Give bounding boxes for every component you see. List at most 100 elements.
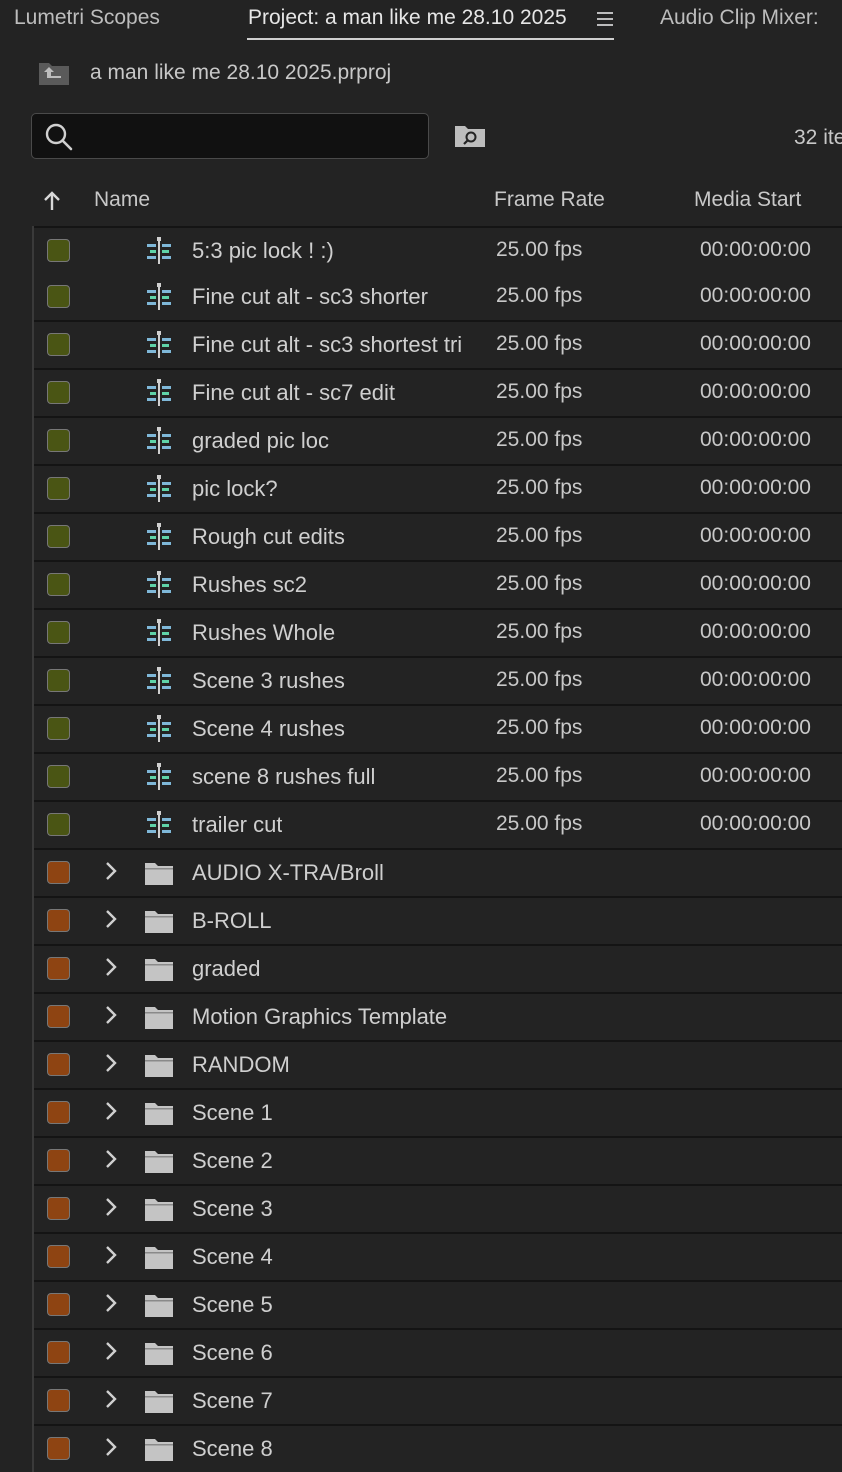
folder-icon: [145, 1055, 173, 1077]
item-frame-rate: 25.00 fps: [496, 524, 583, 547]
label-color-swatch[interactable]: [47, 717, 70, 740]
chevron-right-icon[interactable]: [104, 1341, 118, 1361]
search-input[interactable]: [84, 120, 418, 152]
bin-row[interactable]: Scene 1: [34, 1090, 842, 1138]
bin-row[interactable]: Scene 2: [34, 1138, 842, 1186]
chevron-right-icon[interactable]: [104, 1005, 118, 1025]
bin-row[interactable]: Scene 3: [34, 1186, 842, 1234]
item-frame-rate: 25.00 fps: [496, 764, 583, 787]
tab-audio-clip-mixer[interactable]: Audio Clip Mixer:: [660, 6, 819, 30]
item-frame-rate: 25.00 fps: [496, 668, 583, 691]
label-color-swatch[interactable]: [47, 1341, 70, 1364]
chevron-right-icon[interactable]: [104, 1389, 118, 1409]
sequence-row[interactable]: Rough cut edits 25.00 fps 00:00:00:00: [34, 514, 842, 562]
chevron-right-icon[interactable]: [104, 1197, 118, 1217]
item-name: Scene 4: [192, 1244, 273, 1269]
label-color-swatch[interactable]: [47, 1149, 70, 1172]
label-color-swatch[interactable]: [47, 1101, 70, 1124]
sequence-row[interactable]: 5:3 pic lock ! :) 25.00 fps 00:00:00:00: [34, 226, 842, 276]
label-color-swatch[interactable]: [47, 239, 70, 262]
sequence-row[interactable]: scene 8 rushes full 25.00 fps 00:00:00:00: [34, 754, 842, 802]
sequence-row[interactable]: Fine cut alt - sc3 shortest tri 25.00 fps…: [34, 322, 842, 370]
label-color-swatch[interactable]: [47, 669, 70, 692]
item-name: B-ROLL: [192, 908, 272, 933]
label-color-swatch[interactable]: [47, 477, 70, 500]
chevron-right-icon[interactable]: [104, 861, 118, 881]
folder-icon: [145, 1295, 173, 1317]
item-name: Scene 3: [192, 1196, 273, 1221]
tab-project[interactable]: Project: a man like me 28.10 2025: [248, 6, 567, 30]
item-name: Rushes sc2: [192, 572, 307, 597]
sequence-row[interactable]: Scene 4 rushes 25.00 fps 00:00:00:00: [34, 706, 842, 754]
label-color-swatch[interactable]: [47, 1197, 70, 1220]
label-color-swatch[interactable]: [47, 285, 70, 308]
chevron-right-icon[interactable]: [104, 1437, 118, 1457]
label-color-swatch[interactable]: [47, 909, 70, 932]
item-name: AUDIO X-TRA/Broll: [192, 860, 384, 885]
label-color-swatch[interactable]: [47, 333, 70, 356]
folder-icon: [145, 1439, 173, 1461]
label-color-swatch[interactable]: [47, 429, 70, 452]
bin-row[interactable]: graded: [34, 946, 842, 994]
chevron-right-icon[interactable]: [104, 909, 118, 929]
column-header-frame-rate[interactable]: Frame Rate: [494, 188, 605, 212]
label-color-swatch[interactable]: [47, 1293, 70, 1316]
bin-row[interactable]: Scene 5: [34, 1282, 842, 1330]
column-header-media-start[interactable]: Media Start: [694, 188, 801, 212]
label-color-swatch[interactable]: [47, 1053, 70, 1076]
label-color-swatch[interactable]: [47, 1245, 70, 1268]
sequence-icon: [147, 715, 171, 742]
label-color-swatch[interactable]: [47, 765, 70, 788]
label-color-swatch[interactable]: [47, 861, 70, 884]
label-color-swatch[interactable]: [47, 525, 70, 548]
chevron-right-icon[interactable]: [104, 1149, 118, 1169]
item-name: Scene 1: [192, 1100, 273, 1125]
label-color-swatch[interactable]: [47, 381, 70, 404]
label-color-swatch[interactable]: [47, 957, 70, 980]
label-color-swatch[interactable]: [47, 1389, 70, 1412]
bin-row[interactable]: Scene 7: [34, 1378, 842, 1426]
folder-up-icon[interactable]: [38, 60, 70, 86]
chevron-right-icon[interactable]: [104, 1293, 118, 1313]
sequence-row[interactable]: Scene 3 rushes 25.00 fps 00:00:00:00: [34, 658, 842, 706]
column-header-name[interactable]: Name: [94, 188, 150, 212]
item-media-start: 00:00:00:00: [700, 668, 811, 691]
bin-row[interactable]: RANDOM: [34, 1042, 842, 1090]
panel-tab-bar: Lumetri Scopes Project: a man like me 28…: [0, 0, 842, 44]
label-color-swatch[interactable]: [47, 1437, 70, 1460]
chevron-right-icon[interactable]: [104, 1245, 118, 1265]
chevron-right-icon[interactable]: [104, 1053, 118, 1073]
find-bin-icon[interactable]: [454, 124, 486, 148]
item-media-start: 00:00:00:00: [700, 620, 811, 643]
search-box[interactable]: [31, 113, 429, 159]
bin-row[interactable]: AUDIO X-TRA/Broll: [34, 850, 842, 898]
sequence-row[interactable]: pic lock? 25.00 fps 00:00:00:00: [34, 466, 842, 514]
item-name: Scene 2: [192, 1148, 273, 1173]
bin-row[interactable]: B-ROLL: [34, 898, 842, 946]
sequence-row[interactable]: Rushes Whole 25.00 fps 00:00:00:00: [34, 610, 842, 658]
sequence-row[interactable]: Fine cut alt - sc3 shorter 25.00 fps 00:00…: [34, 274, 842, 322]
item-name: graded: [192, 956, 261, 981]
sort-ascending-icon[interactable]: [42, 190, 62, 212]
chevron-right-icon[interactable]: [104, 957, 118, 977]
item-media-start: 00:00:00:00: [700, 716, 811, 739]
item-media-start: 00:00:00:00: [700, 284, 811, 307]
panel-menu-icon[interactable]: [597, 12, 613, 26]
item-frame-rate: 25.00 fps: [496, 812, 583, 835]
tab-lumetri-scopes[interactable]: Lumetri Scopes: [14, 6, 160, 30]
bin-row[interactable]: Motion Graphics Template: [34, 994, 842, 1042]
bin-row[interactable]: Scene 6: [34, 1330, 842, 1378]
label-color-swatch[interactable]: [47, 621, 70, 644]
bin-row[interactable]: Scene 4: [34, 1234, 842, 1282]
chevron-right-icon[interactable]: [104, 1101, 118, 1121]
label-color-swatch[interactable]: [47, 813, 70, 836]
label-color-swatch[interactable]: [47, 573, 70, 596]
sequence-row[interactable]: graded pic loc 25.00 fps 00:00:00:00: [34, 418, 842, 466]
sequence-row[interactable]: trailer cut 25.00 fps 00:00:00:00: [34, 802, 842, 850]
sequence-row[interactable]: Fine cut alt - sc7 edit 25.00 fps 00:00:00…: [34, 370, 842, 418]
item-frame-rate: 25.00 fps: [496, 620, 583, 643]
label-color-swatch[interactable]: [47, 1005, 70, 1028]
item-media-start: 00:00:00:00: [700, 476, 811, 499]
sequence-row[interactable]: Rushes sc2 25.00 fps 00:00:00:00: [34, 562, 842, 610]
bin-row[interactable]: Scene 8: [34, 1426, 842, 1472]
